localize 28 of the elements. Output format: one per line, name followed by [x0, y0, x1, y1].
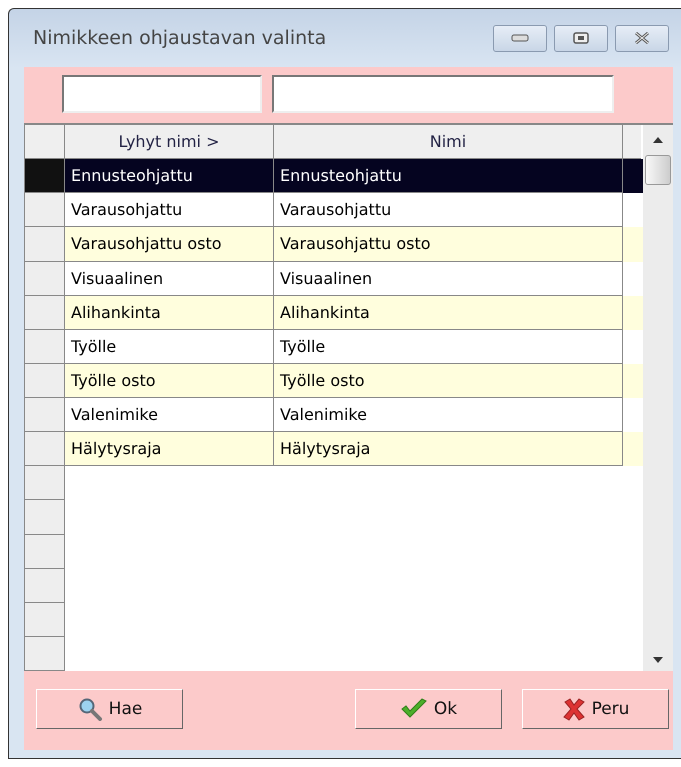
- filter-field[interactable]: [62, 75, 262, 113]
- table-row[interactable]: Visuaalinen Visuaalinen: [25, 262, 643, 296]
- minimize-button[interactable]: [493, 24, 547, 52]
- maximize-button[interactable]: [554, 24, 608, 52]
- minimize-icon: [511, 34, 529, 42]
- table-row[interactable]: Varausohjattu osto Varausohjattu osto: [25, 227, 643, 262]
- table-row[interactable]: Työlle osto Työlle osto: [25, 364, 643, 398]
- search-button[interactable]: Hae: [36, 689, 183, 729]
- scrollbar[interactable]: [643, 125, 673, 671]
- table-row[interactable]: Varausohjattu Varausohjattu: [25, 193, 643, 228]
- table-row[interactable]: Hälytysraja Hälytysraja: [25, 432, 643, 466]
- search-icon: [76, 697, 103, 721]
- cancel-button[interactable]: Peru: [522, 689, 669, 729]
- check-icon: [400, 698, 428, 720]
- close-icon: [633, 32, 651, 44]
- column-header[interactable]: Nimi: [274, 125, 623, 160]
- column-header[interactable]: Lyhyt nimi >: [65, 125, 274, 160]
- filter-field[interactable]: [272, 75, 614, 113]
- cross-icon: [562, 697, 586, 721]
- ok-button[interactable]: Ok: [355, 689, 502, 729]
- window-title: Nimikkeen ohjaustavan valinta: [32, 27, 326, 49]
- restore-icon: [573, 32, 589, 44]
- close-button[interactable]: [615, 24, 669, 52]
- table-row[interactable]: Ennusteohjattu Ennusteohjattu: [25, 159, 643, 194]
- scroll-down-icon: [653, 657, 663, 663]
- scroll-up-icon: [653, 137, 663, 143]
- table-row[interactable]: Alihankinta Alihankinta: [25, 296, 643, 330]
- scrollbar-thumb[interactable]: [645, 155, 671, 185]
